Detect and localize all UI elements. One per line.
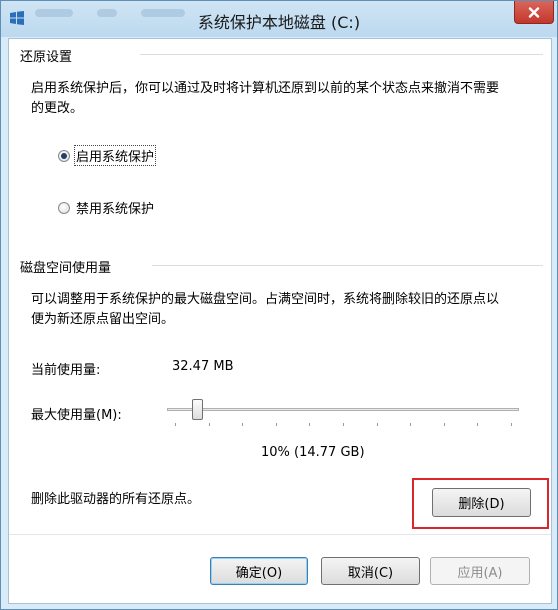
radio-enable-protection[interactable]: 启用系统保护 xyxy=(58,145,157,166)
radio-button-selected[interactable] xyxy=(58,149,70,162)
max-usage-value: 10% (14.77 GB) xyxy=(261,445,365,460)
restore-settings-title: 还原设置 xyxy=(20,50,73,65)
radio-enable-label: 启用系统保护 xyxy=(74,145,157,166)
footer-divider xyxy=(9,534,551,535)
title-bar[interactable]: 系统保护本地磁盘 (C:) xyxy=(1,1,557,37)
dialog-window: 系统保护本地磁盘 (C:) 还原设置 启用系统保护后，你可以通过及时将计算机还原… xyxy=(0,0,558,610)
slider-tick xyxy=(511,423,512,426)
close-icon xyxy=(528,6,540,18)
dialog-content: 还原设置 启用系统保护后，你可以通过及时将计算机还原到以前的某个状态点来撤消不需… xyxy=(8,38,552,604)
cancel-button[interactable]: 取消(C) xyxy=(321,557,420,585)
close-button[interactable] xyxy=(514,1,554,24)
max-usage-label: 最大使用量(M): xyxy=(31,408,122,423)
apply-button[interactable]: 应用(A) xyxy=(430,557,530,585)
current-usage-label: 当前使用量: xyxy=(31,363,101,378)
slider-tick xyxy=(477,423,479,426)
restore-settings-divider xyxy=(140,54,543,55)
slider-tick xyxy=(242,423,244,426)
current-usage-value: 32.47 MB xyxy=(172,359,234,374)
disk-usage-divider xyxy=(152,265,543,266)
radio-button[interactable] xyxy=(58,201,70,214)
restore-description-line2: 的更改。 xyxy=(31,101,84,116)
max-usage-slider-thumb[interactable] xyxy=(192,399,203,420)
window-title: 系统保护本地磁盘 (C:) xyxy=(197,13,361,32)
disk-description-line2: 便为新还原点留出空间。 xyxy=(31,312,175,327)
ok-button[interactable]: 确定(O) xyxy=(210,557,308,585)
slider-tick xyxy=(410,423,412,426)
slider-tick xyxy=(376,423,378,426)
delete-restore-points-label: 删除此驱动器的所有还原点。 xyxy=(31,492,201,507)
slider-tick xyxy=(275,423,277,426)
slider-tick xyxy=(309,423,311,426)
radio-disable-label: 禁用系统保护 xyxy=(76,202,155,217)
delete-button[interactable]: 删除(D) xyxy=(432,488,531,517)
slider-tick xyxy=(175,423,176,426)
slider-tick xyxy=(343,423,344,426)
restore-description-line1: 启用系统保护后，你可以通过及时将计算机还原到以前的某个状态点来撤消不需要 xyxy=(31,81,500,96)
disk-description-line1: 可以调整用于系统保护的最大磁盘空间。占满空间时，系统将删除较旧的还原点以 xyxy=(31,292,500,307)
slider-tick xyxy=(443,423,445,426)
max-usage-slider-track[interactable] xyxy=(167,408,519,411)
radio-disable-protection[interactable]: 禁用系统保护 xyxy=(58,198,156,217)
disk-usage-title: 磁盘空间使用量 xyxy=(20,261,112,276)
slider-tick xyxy=(208,423,210,426)
